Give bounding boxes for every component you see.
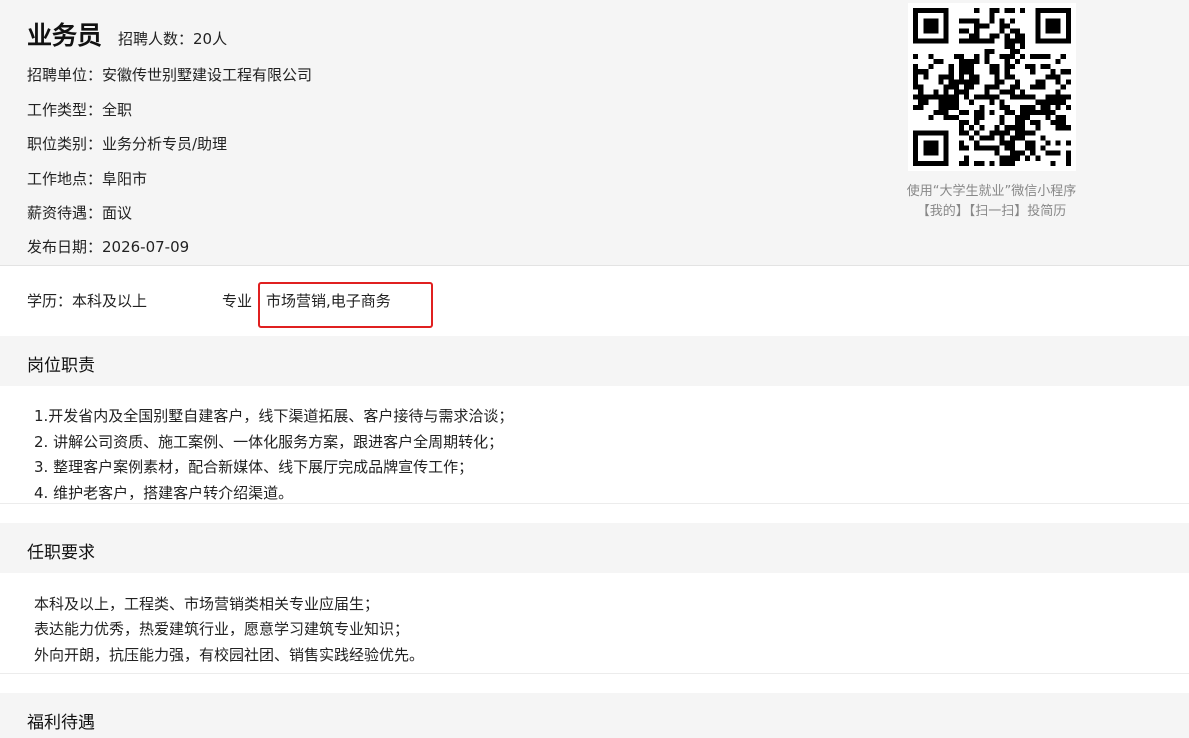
qualifications-heading: 任职要求 [27,543,95,563]
qr-caption: 使用“大学生就业”微信小程序 【我的】【扫一扫】投简历 [900,182,1083,222]
title-row: 业务员 招聘人数：20人 [27,16,227,52]
education-requirement: 学历：本科及以上 [27,292,148,310]
duties-section-header: 岗位职责 [0,336,1189,386]
duties-section-body: 1.开发省内及全国别墅自建客户，线下渠道拓展、客户接待与需求洽谈； 2. 讲解公… [0,386,1189,504]
duties-heading: 岗位职责 [27,356,95,376]
company-info: 招聘单位：安徽传世别墅建设工程有限公司 [27,66,313,84]
location-info: 工作地点：阜阳市 [27,170,148,188]
major-label: 专业 [222,292,253,310]
qr-caption-line1: 使用“大学生就业”微信小程序 [906,184,1077,199]
benefits-heading: 福利待遇 [27,713,95,733]
duty-line: 1.开发省内及全国别墅自建客户，线下渠道拓展、客户接待与需求洽谈； [34,407,514,425]
category-info: 职位类别：业务分析专员/助理 [27,135,228,153]
work-type-info: 工作类型：全职 [27,101,133,119]
duty-line: 2. 讲解公司资质、施工案例、一体化服务方案，跟进客户全周期转化； [34,433,504,451]
benefits-section-header: 福利待遇 [0,693,1189,738]
qualifications-section-header: 任职要求 [0,523,1189,573]
qualifications-section-body: 本科及以上，工程类、市场营销类相关专业应届生； 表达能力优秀，热爱建筑行业，愿意… [0,573,1189,674]
job-header: 业务员 招聘人数：20人 招聘单位：安徽传世别墅建设工程有限公司 工作类型：全职… [0,0,1189,266]
job-title: 业务员 [27,21,103,50]
publish-date-info: 发布日期：2026-07-09 [27,238,190,256]
qr-code-icon[interactable] [907,3,1077,171]
salary-info: 薪资待遇：面议 [27,204,133,222]
qualification-line: 表达能力优秀，热爱建筑行业，愿意学习建筑专业知识； [34,620,410,638]
qualification-line: 本科及以上，工程类、市场营销类相关专业应届生； [34,595,380,613]
headcount: 招聘人数：20人 [118,30,228,48]
qr-caption-line2: 【我的】【扫一扫】投简历 [916,204,1067,219]
qualification-line: 外向开朗，抗压能力强，有校园社团、销售实践经验优先。 [34,646,425,664]
major-highlight-box [258,282,433,328]
duty-line: 4. 维护老客户，搭建客户转介绍渠道。 [34,484,294,502]
duty-line: 3. 整理客户案例素材，配合新媒体、线下展厅完成品牌宣传工作； [34,458,474,476]
